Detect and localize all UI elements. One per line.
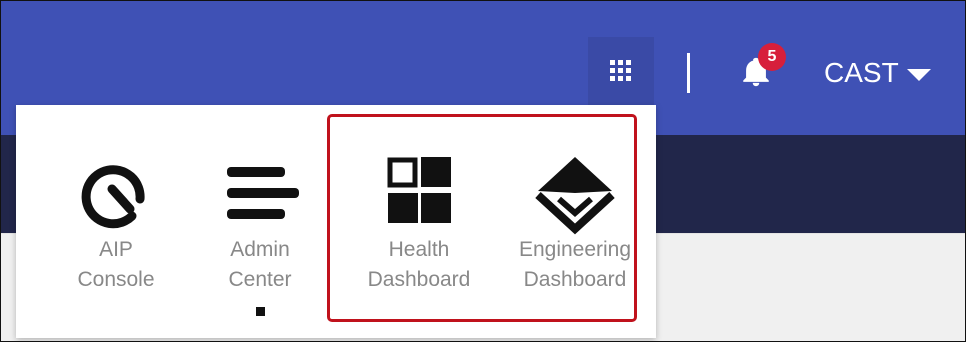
notifications-button[interactable]: 5 [734, 43, 786, 93]
caret-down-icon [906, 69, 931, 81]
admin-bars-icon [227, 167, 299, 219]
app-label-line1: Engineering [518, 238, 632, 261]
user-name: CAST [824, 57, 899, 88]
app-label-line2: Console [77, 268, 155, 291]
app-label-line2: Center [228, 268, 292, 291]
grid-icon [610, 60, 631, 81]
engineering-diamond-icon [535, 157, 615, 235]
app-tile-aip-console[interactable]: AIP Console [46, 105, 186, 325]
app-tile-admin-center[interactable]: Admin Center [186, 105, 334, 325]
app-window: 5 CAST AIP Console Admin Center Health D… [0, 0, 966, 342]
app-label-line1: AIP [99, 238, 133, 261]
app-tile-health-dashboard[interactable]: Health Dashboard [344, 105, 494, 325]
app-label: Engineering Dashboard [500, 235, 650, 295]
header-divider [687, 53, 690, 93]
app-label-line2: Dashboard [523, 268, 627, 291]
health-grid-icon [387, 157, 451, 223]
gauge-icon [81, 165, 145, 229]
app-label-line1: Health [388, 238, 450, 261]
app-label: Admin Center [186, 235, 334, 295]
app-label-line1: Admin [230, 238, 290, 261]
app-label: Health Dashboard [344, 235, 494, 295]
app-label: AIP Console [46, 235, 186, 295]
apps-dropdown-menu: AIP Console Admin Center Health Dashboar… [16, 105, 656, 338]
active-item-indicator [256, 307, 265, 316]
apps-menu-button[interactable] [588, 37, 654, 105]
notification-count-badge: 5 [758, 43, 786, 71]
app-label-line2: Dashboard [367, 268, 471, 291]
app-tile-engineering-dashboard[interactable]: Engineering Dashboard [500, 105, 650, 325]
user-menu[interactable]: CAST [824, 53, 931, 93]
